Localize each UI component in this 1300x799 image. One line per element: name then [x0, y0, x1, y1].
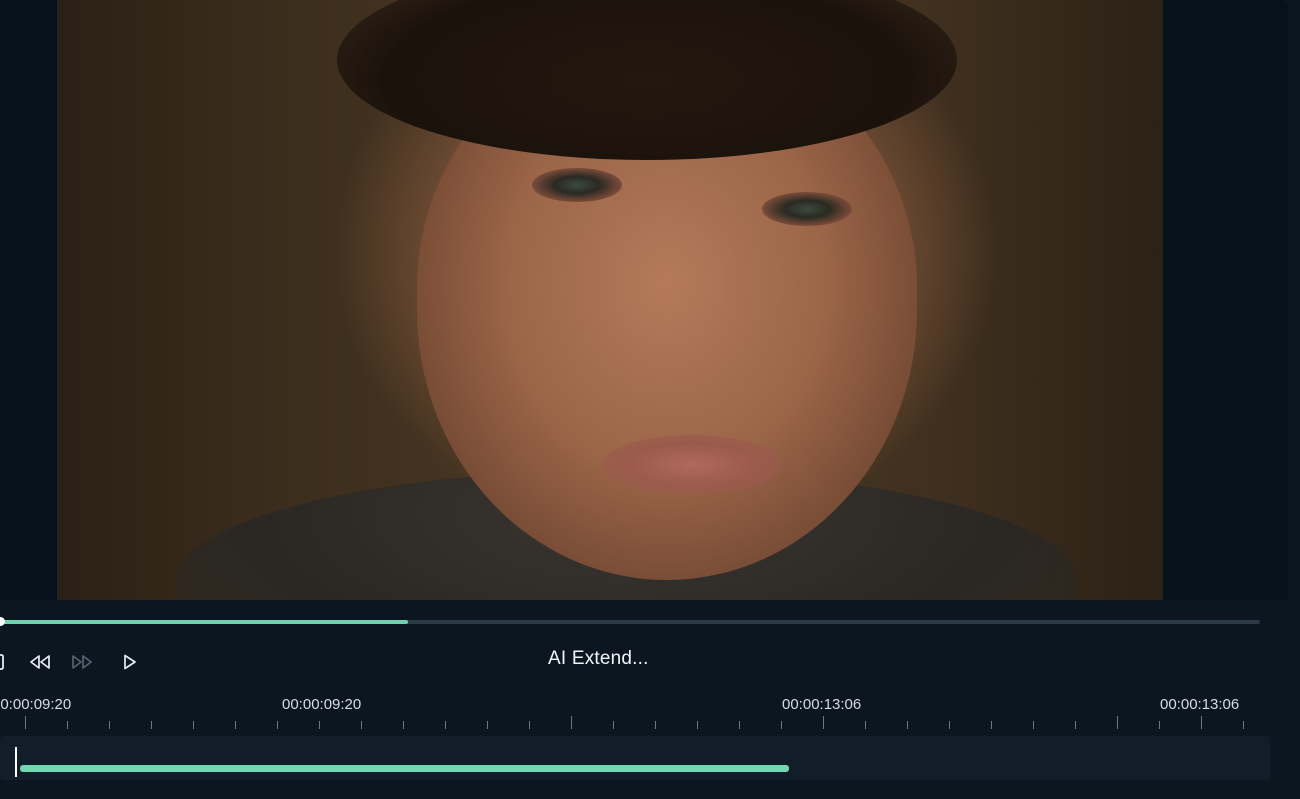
ruler-label: 00:00:09:20: [282, 696, 362, 713]
ruler-tick: [949, 721, 950, 729]
ruler-tick: [781, 721, 782, 729]
ruler-tick: [1033, 721, 1034, 729]
ruler-tick: [67, 721, 68, 729]
timeline-track[interactable]: [0, 736, 1270, 780]
ruler-label: 00:00:13:06: [1160, 696, 1240, 713]
ruler-tick: [1243, 721, 1244, 729]
fast-forward-button[interactable]: [68, 648, 96, 676]
rewind-icon: [30, 655, 50, 669]
ruler-tick: [865, 721, 866, 729]
ruler-tick: [193, 721, 194, 729]
ruler-tick: [655, 721, 656, 729]
ruler-tick: [697, 721, 698, 729]
playback-progress-bar[interactable]: [0, 617, 1260, 626]
playback-progress-fill: [0, 620, 409, 624]
timeline-playhead[interactable]: [15, 747, 17, 777]
ruler-tick: [25, 716, 26, 729]
ruler-tick: [1117, 716, 1118, 729]
ruler-label: 00:00:13:06: [782, 696, 862, 713]
ruler-tick: [529, 721, 530, 729]
fast-forward-icon: [72, 655, 92, 669]
ruler-tick: [613, 721, 614, 729]
stop-icon: [0, 654, 4, 670]
timeline-ruler[interactable]: 00:00:09:20 00:00:09:20 00:00:13:06 00:0…: [0, 692, 1300, 732]
ruler-label: 00:00:09:20: [0, 696, 72, 713]
ruler-tick: [1201, 716, 1202, 729]
ruler-tick: [823, 716, 824, 729]
video-editor: AI Extend... 00:00:09:20 00:00:09:20 00:…: [0, 0, 1300, 799]
ruler-tick: [991, 721, 992, 729]
preview-panel: [0, 0, 1288, 600]
ruler-tick: [445, 721, 446, 729]
ai-extend-status: AI Extend...: [548, 648, 649, 669]
ruler-tick: [739, 721, 740, 729]
stop-button[interactable]: [0, 648, 8, 676]
ruler-tick: [319, 721, 320, 729]
rewind-button[interactable]: [26, 648, 54, 676]
video-preview[interactable]: [57, 0, 1163, 600]
ruler-tick: [571, 716, 572, 729]
ruler-tick: [1159, 721, 1160, 729]
ruler-tick: [277, 721, 278, 729]
ruler-tick: [1075, 721, 1076, 729]
ruler-tick: [907, 721, 908, 729]
playback-scrubber-handle[interactable]: [0, 617, 5, 626]
ruler-tick: [109, 721, 110, 729]
play-button[interactable]: [116, 648, 142, 676]
ruler-tick: [361, 721, 362, 729]
ruler-tick: [403, 721, 404, 729]
extended-clip-bar[interactable]: [20, 765, 789, 772]
ruler-tick: [487, 721, 488, 729]
ruler-tick: [151, 721, 152, 729]
play-icon: [124, 654, 136, 670]
ruler-tick: [235, 721, 236, 729]
